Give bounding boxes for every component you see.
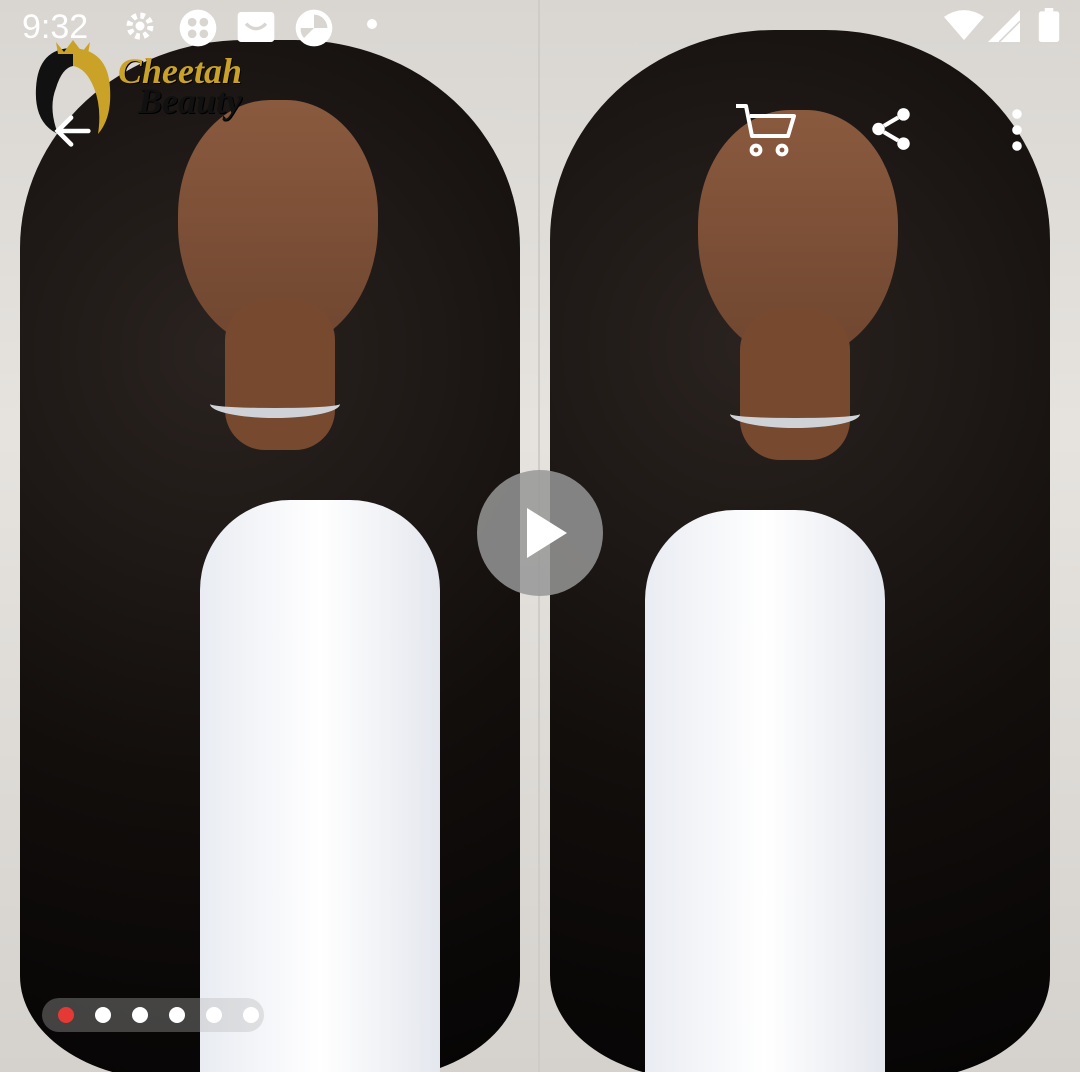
pager-dot[interactable] <box>169 1007 185 1023</box>
browser-icon <box>294 8 334 48</box>
product-photo-right <box>540 0 1080 1072</box>
logo-text: Cheetah Beauty <box>118 53 242 119</box>
pager-dot[interactable] <box>206 1007 222 1023</box>
cart-icon[interactable] <box>734 100 798 165</box>
dot-icon <box>366 18 378 30</box>
signal-icon <box>988 10 1020 42</box>
pager-dot[interactable] <box>243 1007 259 1023</box>
more-vertical-icon[interactable] <box>1004 106 1030 159</box>
share-icon[interactable] <box>866 104 916 159</box>
battery-icon <box>1038 8 1060 42</box>
back-arrow-icon[interactable] <box>50 108 96 159</box>
pager-dot[interactable] <box>95 1007 111 1023</box>
wifi-icon <box>944 10 984 42</box>
play-video-button[interactable] <box>477 470 603 596</box>
pager-dot[interactable] <box>58 1007 74 1023</box>
play-icon <box>527 508 567 558</box>
product-photo-left <box>0 0 540 1072</box>
image-pager[interactable] <box>42 998 264 1032</box>
pager-dot[interactable] <box>132 1007 148 1023</box>
